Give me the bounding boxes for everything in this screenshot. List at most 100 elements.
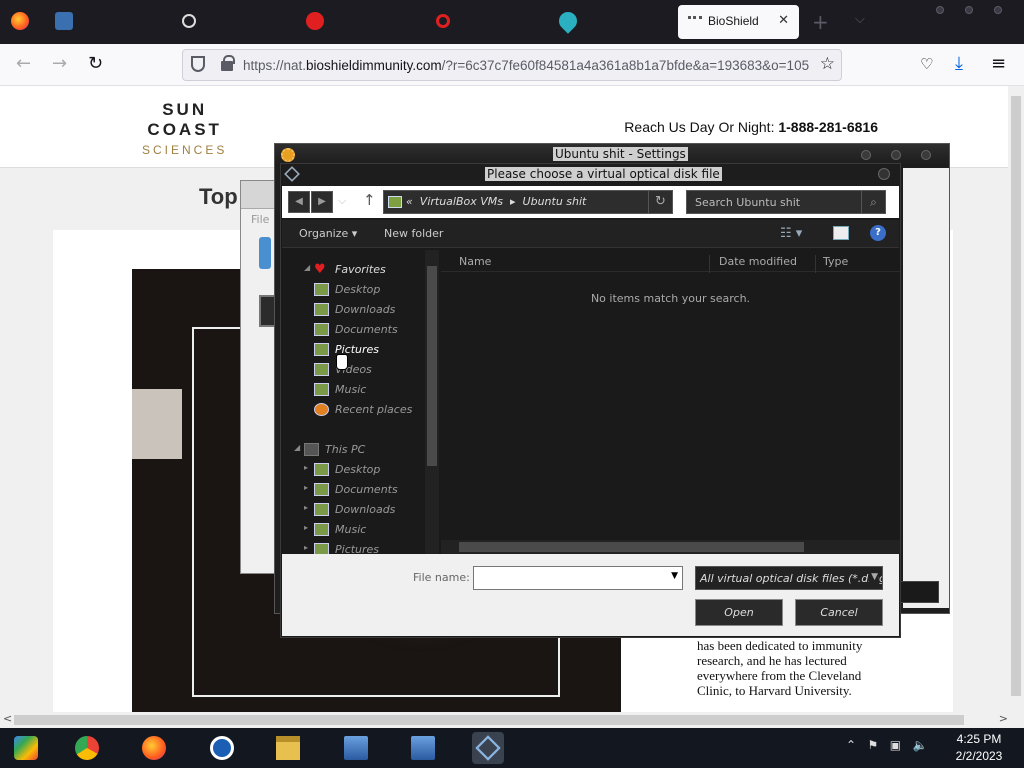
minimize-button[interactable] — [936, 6, 944, 14]
system-tray: ⌃ ⚑ ▣ 🔈 — [846, 738, 927, 752]
file-list-header: Name Date modified Type — [441, 250, 900, 273]
cancel-button[interactable]: Cancel — [795, 599, 883, 626]
tab-bioshield[interactable]: BioShield ✕ — [678, 5, 799, 39]
file-list-scrollbar[interactable] — [441, 540, 900, 554]
file-name-label: File name: — [413, 571, 470, 584]
up-arrow-icon[interactable]: ↑ — [363, 191, 376, 209]
documents-folder-icon — [314, 323, 329, 336]
navigation-pane[interactable]: ◢ ♥ Favorites Desktop Downloads Documents… — [282, 250, 426, 554]
firefox-icon[interactable] — [138, 732, 170, 764]
preview-pane-icon[interactable] — [833, 226, 849, 240]
ok-button[interactable] — [899, 581, 939, 603]
chevron-down-icon[interactable]: ▼ — [869, 572, 878, 582]
gear-icon — [281, 148, 295, 162]
virtualbox-setup-icon[interactable] — [340, 732, 372, 764]
view-options-icon[interactable]: ☷ ▾ — [780, 226, 802, 241]
close-tab-icon[interactable]: ✕ — [778, 13, 789, 28]
virtualbox-icon[interactable] — [472, 732, 504, 764]
opera-icon[interactable] — [206, 732, 238, 764]
recent-locations-chevron-icon[interactable]: ⌵ — [338, 194, 346, 208]
page-horizontal-scrollbar[interactable]: < > — [0, 712, 1024, 728]
maximize-button[interactable] — [965, 6, 973, 14]
bookmark-star-icon[interactable]: ☆ — [820, 54, 835, 74]
music-folder-icon — [314, 523, 329, 536]
forward-arrow-icon[interactable]: → — [52, 53, 67, 74]
column-date-modified[interactable]: Date modified — [719, 255, 797, 268]
search-icon[interactable]: ⌕ — [861, 191, 885, 213]
new-tab-icon[interactable]: + — [812, 10, 829, 34]
minimize-button[interactable] — [861, 150, 871, 160]
file-name-input[interactable]: ▼ — [473, 566, 683, 590]
close-button[interactable] — [878, 168, 890, 180]
close-button[interactable] — [921, 150, 931, 160]
refresh-icon[interactable]: ↻ — [648, 191, 672, 213]
breadcrumb[interactable]: « VirtualBox VMs ▸ Ubuntu shit ↻ — [383, 190, 673, 214]
chrome-icon[interactable] — [71, 732, 103, 764]
file-type-select[interactable]: All virtual optical disk files (*.dmg ▼ — [695, 566, 883, 590]
bio-paragraph: has been dedicated to immunity research,… — [697, 638, 863, 698]
chevron-down-icon[interactable]: ⌵ — [855, 12, 865, 27]
tab-favicon-1[interactable] — [55, 12, 73, 30]
back-arrow-icon[interactable]: ← — [16, 53, 31, 74]
file-open-dialog[interactable]: Please choose a virtual optical disk fil… — [280, 163, 901, 638]
desktop-folder-icon — [314, 463, 329, 476]
pictures-folder-icon — [314, 543, 329, 554]
show-hidden-icons-icon[interactable]: ⌃ — [846, 738, 856, 752]
column-type[interactable]: Type — [823, 255, 848, 268]
help-icon[interactable]: ? — [870, 225, 886, 241]
phone-number[interactable]: 1-888-281-6816 — [778, 119, 878, 135]
file-list[interactable]: Name Date modified Type No items match y… — [441, 250, 900, 540]
network-icon[interactable]: ▣ — [890, 738, 901, 752]
menu-file[interactable]: File — [251, 213, 269, 226]
chrome-remote-icon[interactable] — [10, 732, 42, 764]
menu-icon[interactable]: ≡ — [991, 53, 1006, 74]
browser-tab-bar: BioShield ✕ + ⌵ — [0, 0, 1024, 44]
breadcrumb-item[interactable]: Ubuntu shit — [523, 195, 587, 208]
open-button[interactable]: Open — [695, 599, 783, 626]
page-vertical-scrollbar[interactable] — [1008, 86, 1024, 712]
heart-favicon-icon[interactable] — [555, 8, 581, 34]
command-bar: Organize ▾ New folder ☷ ▾ ? — [282, 220, 899, 248]
download-icon[interactable]: ⤓ — [955, 53, 963, 74]
forward-arrow-icon[interactable]: ▶ — [311, 191, 333, 213]
clock[interactable]: 4:25 PM 2/2/2023 — [944, 731, 1014, 765]
organize-button[interactable]: Organize ▾ — [299, 227, 357, 240]
tab-favicon-3[interactable] — [306, 12, 324, 30]
taskbar: ⌃ ⚑ ▣ 🔈 4:25 PM 2/2/2023 — [0, 728, 1024, 768]
firefox-icon[interactable] — [11, 12, 29, 30]
tab-favicon-4[interactable] — [436, 14, 450, 28]
shield-icon[interactable] — [191, 56, 205, 72]
column-name[interactable]: Name — [459, 255, 491, 268]
breadcrumb-path: « VirtualBox VMs ▸ Ubuntu shit — [406, 195, 587, 208]
lock-icon[interactable] — [221, 55, 235, 71]
dialog-title-bar: Please choose a virtual optical disk fil… — [281, 164, 900, 186]
videos-folder-icon — [314, 363, 329, 376]
file-explorer-icon[interactable] — [272, 732, 304, 764]
close-window-button[interactable] — [994, 6, 1002, 14]
settings-title: Ubuntu shit - Settings — [553, 147, 688, 161]
pocket-icon[interactable]: ♡ — [920, 55, 933, 73]
tab-title: BioShield — [708, 14, 759, 28]
maximize-button[interactable] — [891, 150, 901, 160]
breadcrumb-item[interactable]: VirtualBox VMs — [420, 195, 503, 208]
new-folder-button[interactable]: New folder — [384, 227, 443, 240]
bioshield-favicon-icon — [688, 16, 702, 26]
url-text: https://nat.bioshieldimmunity.com/?r=6c3… — [243, 58, 810, 73]
search-input[interactable]: Search Ubuntu shit ⌕ — [686, 190, 886, 214]
site-logo[interactable]: SUN COAST SCIENCES — [142, 100, 227, 160]
virtualbox-setup-icon-2[interactable] — [407, 732, 439, 764]
tools-icon[interactable] — [259, 237, 271, 269]
url-bar[interactable]: https://nat.bioshieldimmunity.com/?r=6c3… — [182, 49, 842, 81]
volume-icon[interactable]: 🔈 — [913, 738, 928, 752]
logo-line-2: COAST — [147, 120, 222, 139]
tab-favicon-2[interactable] — [182, 14, 196, 28]
flag-icon[interactable]: ⚑ — [868, 738, 879, 752]
downloads-folder-icon — [314, 303, 329, 316]
reload-icon[interactable]: ↻ — [88, 53, 103, 74]
chevron-down-icon[interactable]: ▼ — [671, 571, 678, 581]
logo-line-1: SUN — [162, 100, 208, 119]
nav-pane-scrollbar[interactable] — [425, 250, 439, 554]
video-frame-shape — [132, 389, 182, 459]
back-arrow-icon[interactable]: ◀ — [288, 191, 310, 213]
clock-date: 2/2/2023 — [955, 749, 1003, 763]
